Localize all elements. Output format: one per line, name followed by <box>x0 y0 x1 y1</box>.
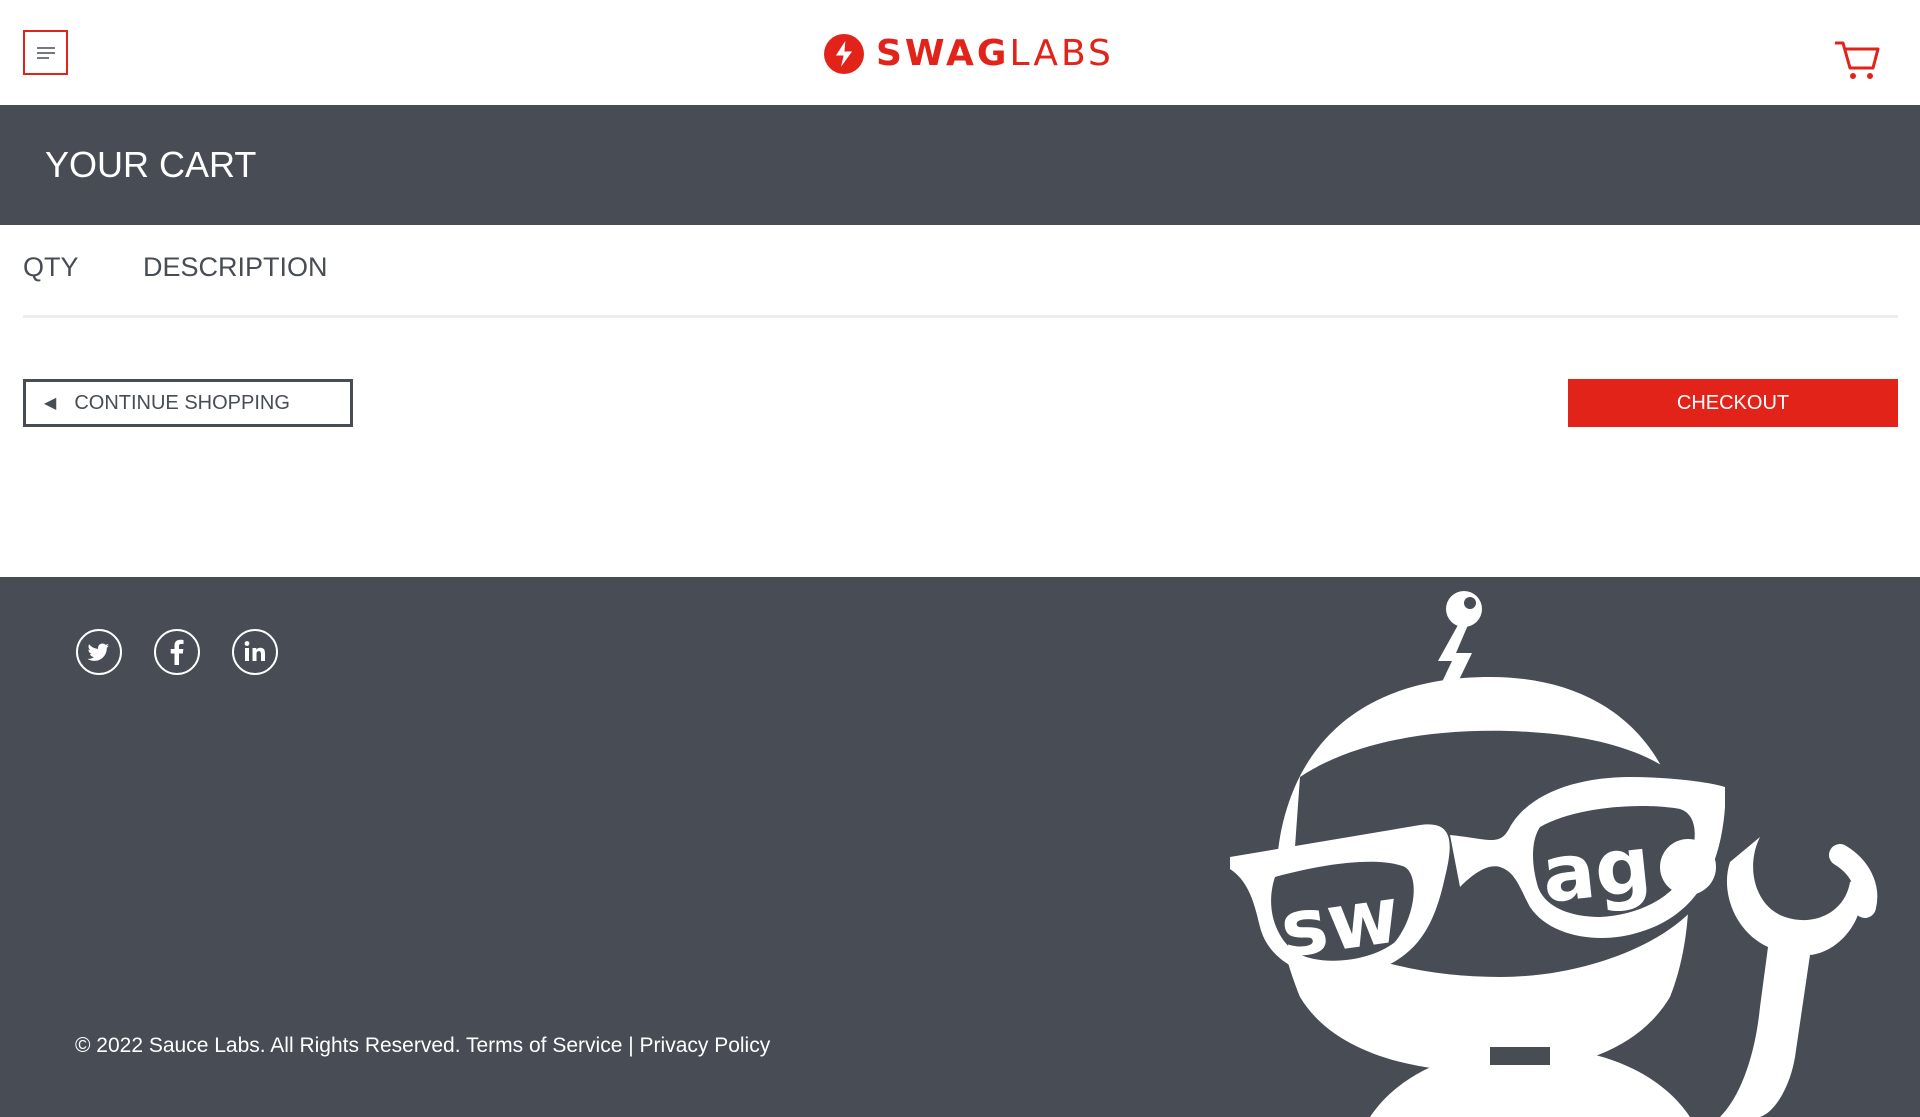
left-triangle-icon: ◀ <box>44 395 57 412</box>
svg-text:sw: sw <box>1275 870 1405 976</box>
page-title: YOUR CART <box>45 144 257 185</box>
lightning-bolt-logo-icon <box>824 34 864 74</box>
checkout-label: CHECKOUT <box>1676 391 1790 414</box>
logo-text-bold: SWAG <box>876 33 1010 74</box>
shopping-cart-button[interactable] <box>1833 35 1883 85</box>
qty-column-label: QTY <box>23 252 79 282</box>
cart-list-header: QTY DESCRIPTION <box>23 225 1898 318</box>
footer-separator: | <box>628 1034 634 1057</box>
linkedin-icon[interactable] <box>231 628 279 676</box>
terms-of-service-link[interactable]: Terms of Service <box>466 1034 622 1057</box>
swag-labs-logo: SWAGLABS <box>822 30 1114 78</box>
page-footer: sw ag © 2022 Sauce Labs. All Rights Rese… <box>0 577 1920 1117</box>
svg-text:ag: ag <box>1538 820 1655 921</box>
copyright-text: © 2022 Sauce Labs. All Rights Reserved. <box>75 1034 461 1057</box>
app-header: SWAGLABS <box>0 0 1920 105</box>
shopping-cart-icon <box>1835 41 1880 79</box>
continue-shopping-label: CONTINUE SHOPPING <box>74 391 290 414</box>
checkout-button[interactable]: CHECKOUT <box>1568 379 1898 427</box>
twitter-icon[interactable] <box>75 628 123 676</box>
facebook-icon[interactable] <box>153 628 201 676</box>
logo-text-light: LABS <box>1009 33 1114 74</box>
footer-copyright: © 2022 Sauce Labs. All Rights Reserved. … <box>75 1032 770 1060</box>
menu-button[interactable] <box>23 30 68 75</box>
privacy-policy-link[interactable]: Privacy Policy <box>640 1034 771 1057</box>
page-subheader: YOUR CART <box>0 105 1920 225</box>
continue-shopping-button[interactable]: ◀ CONTINUE SHOPPING <box>23 379 353 427</box>
logo-text: SWAGLABS <box>876 30 1114 78</box>
hamburger-menu-icon <box>36 46 55 59</box>
description-column-label: DESCRIPTION <box>143 252 328 282</box>
swag-robot-mascot: sw ag <box>1230 591 1878 1117</box>
